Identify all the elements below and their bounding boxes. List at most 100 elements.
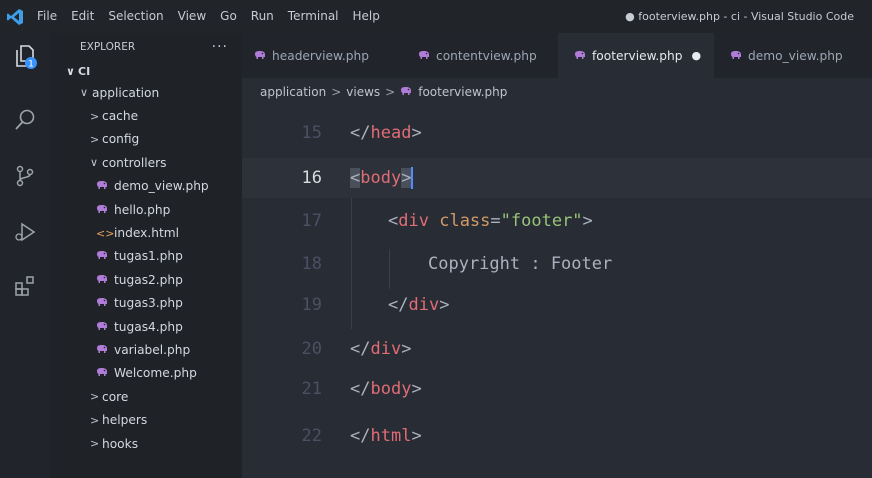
chevron-right-icon: > [90, 437, 100, 451]
line-code: </body> [350, 379, 422, 399]
line-code: </div> [388, 295, 450, 315]
run-debug-icon [13, 220, 37, 247]
line-code: </html> [350, 426, 422, 446]
chevron-right-icon: > [90, 390, 100, 404]
tab-label: demo_view.php [748, 48, 843, 63]
menu-go[interactable]: Go [213, 0, 244, 33]
tree-item-label: config [102, 132, 140, 147]
workspace-root[interactable]: ∨ CI [50, 61, 242, 81]
line-code: <body> [350, 167, 414, 189]
title-bar: File Edit Selection View Go Run Terminal… [0, 0, 872, 33]
tree-item-label: core [102, 389, 129, 404]
tree-item-label: demo_view.php [114, 179, 209, 194]
code-line[interactable]: 17 <div class="footer"> [242, 201, 872, 241]
line-code: </head> [350, 123, 422, 143]
php-icon [96, 296, 108, 310]
line-number: 18 [301, 254, 322, 274]
menu-view[interactable]: View [171, 0, 213, 33]
php-icon [400, 85, 412, 99]
breadcrumb-file[interactable]: footerview.php [418, 85, 507, 99]
breadcrumb-application[interactable]: application [260, 85, 326, 99]
code-line[interactable]: 15 </head> [242, 113, 872, 153]
file-item[interactable]: variabel.php [50, 338, 242, 361]
breadcrumb-views[interactable]: views [346, 85, 380, 99]
folder-item[interactable]: > config [50, 128, 242, 151]
search-icon [13, 108, 37, 135]
tab-headerview[interactable]: headerview.php [242, 33, 396, 78]
tab-footerview[interactable]: footerview.php ● [558, 33, 714, 78]
extensions-activity-button[interactable] [0, 263, 50, 311]
file-item[interactable]: <> index.html [50, 221, 242, 244]
activity-bar: 1 [0, 33, 50, 478]
tree-item-label: Welcome.php [114, 366, 197, 381]
tab-demo-view[interactable]: demo_view.php [714, 33, 872, 78]
folder-item[interactable]: ∨ controllers [50, 151, 242, 174]
more-actions-icon[interactable]: ··· [212, 39, 228, 55]
code-line[interactable]: 18 Copyright : Footer [242, 244, 872, 284]
php-icon [418, 49, 430, 63]
workspace-root-label: CI [78, 64, 91, 78]
line-number: 16 [301, 168, 322, 188]
php-icon [96, 366, 108, 380]
menu-file[interactable]: File [30, 0, 64, 33]
code-line-current[interactable]: 16 <body> [242, 158, 872, 198]
source-control-activity-button[interactable] [0, 153, 50, 201]
line-code: <div class="footer"> [388, 211, 593, 231]
chevron-down-icon: ∨ [66, 64, 75, 78]
folder-item[interactable]: > cache [50, 104, 242, 127]
tree-item-label: variabel.php [114, 342, 191, 357]
file-item[interactable]: demo_view.php [50, 175, 242, 198]
line-number: 17 [301, 211, 322, 231]
extensions-icon [13, 274, 37, 301]
code-line[interactable]: 22 </html> [242, 416, 872, 456]
file-item[interactable]: Welcome.php [50, 362, 242, 385]
tree-item-label: helpers [102, 413, 148, 428]
explorer-header: EXPLORER ··· [50, 33, 242, 61]
tab-label: contentview.php [436, 48, 537, 63]
run-debug-activity-button[interactable] [0, 209, 50, 257]
line-number: 20 [301, 339, 322, 359]
php-icon [96, 179, 108, 193]
file-item[interactable]: tugas2.php [50, 268, 242, 291]
unsaved-dot-icon[interactable]: ● [692, 49, 702, 62]
folder-item[interactable]: > helpers [50, 408, 242, 431]
line-number: 15 [301, 123, 322, 143]
tree-item-label: tugas4.php [114, 319, 183, 334]
html-icon: <> [96, 226, 115, 240]
file-item[interactable]: hello.php [50, 198, 242, 221]
file-item[interactable]: tugas3.php [50, 292, 242, 315]
source-control-icon [13, 164, 37, 191]
line-number: 19 [301, 295, 322, 315]
code-editor[interactable]: 15 </head> 16 <body> 17 <div class="foot… [242, 105, 872, 478]
tree-item-label: tugas3.php [114, 296, 183, 311]
tree-item-label: hooks [102, 436, 139, 451]
menu-terminal[interactable]: Terminal [281, 0, 346, 33]
file-item[interactable]: tugas1.php [50, 245, 242, 268]
menu-bar: File Edit Selection View Go Run Terminal… [30, 0, 387, 33]
menu-run[interactable]: Run [244, 0, 281, 33]
code-line[interactable]: 19 </div> [242, 285, 872, 325]
line-number: 22 [301, 426, 322, 446]
file-item[interactable]: tugas4.php [50, 315, 242, 338]
tree-item-label: hello.php [114, 202, 171, 217]
search-activity-button[interactable] [0, 97, 50, 145]
file-tree: ∨ application > cache > config ∨ controllers dem… [50, 81, 242, 455]
menu-selection[interactable]: Selection [101, 0, 170, 33]
menu-help[interactable]: Help [346, 0, 387, 33]
chevron-down-icon: ∨ [90, 156, 99, 170]
folder-item[interactable]: > hooks [50, 432, 242, 455]
code-line[interactable]: 21 </body> [242, 369, 872, 409]
tab-contentview[interactable]: contentview.php [396, 33, 558, 78]
folder-item[interactable]: ∨ application [50, 81, 242, 104]
php-icon [96, 273, 108, 287]
menu-edit[interactable]: Edit [64, 0, 101, 33]
tree-item-label: tugas1.php [114, 249, 183, 264]
php-icon [730, 49, 742, 63]
php-icon [96, 343, 108, 357]
chevron-right-icon: > [90, 132, 100, 146]
php-icon [254, 49, 266, 63]
folder-item[interactable]: > core [50, 385, 242, 408]
php-icon [96, 320, 108, 334]
code-line[interactable]: 20 </div> [242, 329, 872, 369]
explorer-activity-button[interactable]: 1 [0, 33, 50, 81]
